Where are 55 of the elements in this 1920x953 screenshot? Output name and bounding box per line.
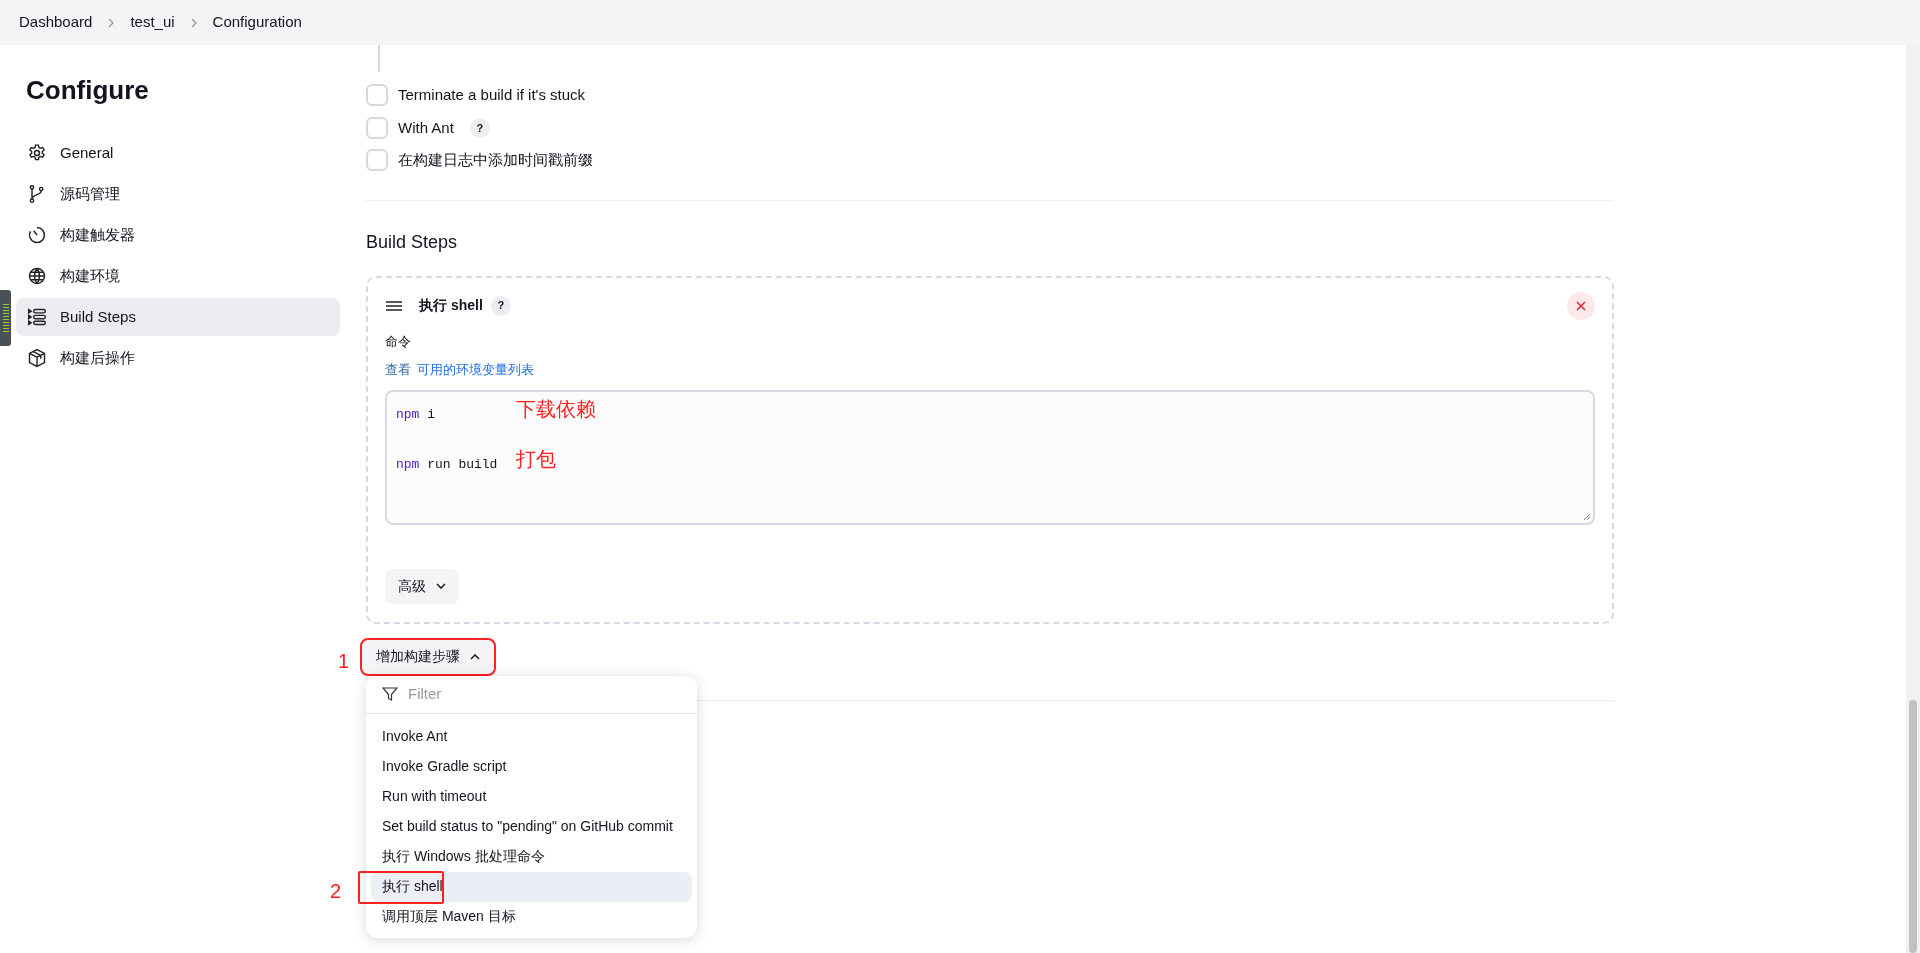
checkbox[interactable] [366,84,388,107]
annotation-number: 2 [330,878,342,904]
add-build-step-button[interactable]: 增加构建步骤 [362,639,494,674]
code-line: npm i [396,405,436,424]
menu-item[interactable]: Invoke Gradle script [371,751,692,782]
page-title: Configure [26,74,149,107]
resize-handle-icon[interactable] [1583,512,1591,521]
chevron-up-icon [470,653,480,660]
drag-handle-icon[interactable] [386,299,402,312]
checkbox-label: 在构建日志中添加时间戳前缀 [398,150,593,170]
step-title: 执行 shell [419,296,483,315]
sidebar-item[interactable]: 构建后操作 [16,339,340,377]
env-variables-link[interactable]: 可用的环境变量列表 [417,360,534,380]
menu-item[interactable]: Run with timeout [371,781,692,812]
code-line: npm run build [396,456,499,474]
command-textarea[interactable]: npm i 下载依赖 npm run build 打包 [385,389,1595,525]
chevron-down-icon [436,583,446,589]
list-icon [27,307,47,327]
checkbox[interactable] [366,149,388,172]
help-button[interactable]: ? [469,117,490,138]
sidebar-item[interactable]: 构建触发器 [16,216,340,254]
filter-icon [382,686,398,702]
sidebar-item[interactable]: Build Steps [16,298,340,336]
package-icon [27,348,47,368]
annotation-text: 打包 [516,447,556,472]
breadcrumb-link[interactable]: Dashboard [19,11,93,34]
sidebar-item[interactable]: 构建环境 [16,257,340,295]
close-icon [1576,300,1586,311]
annotation-text: 下载依赖 [516,396,596,422]
menu-item[interactable]: 调用顶层 Maven 目标 [371,901,692,932]
menu-item[interactable]: Invoke Ant [371,721,692,752]
field-label: 命令 [385,332,411,351]
side-tab-icon[interactable] [0,290,11,346]
checkbox-label: Terminate a build if it's stuck [398,85,586,105]
annotation-number: 1 [338,648,350,674]
breadcrumb-link[interactable]: Configuration [212,11,302,34]
globe-icon [27,266,47,286]
menu-item[interactable]: 执行 Windows 批处理命令 [371,841,692,872]
breadcrumb-link[interactable]: test_ui [130,11,175,34]
checkbox-label: With Ant [398,117,454,138]
sidebar-item[interactable]: 源码管理 [16,175,340,213]
advanced-button[interactable]: 高级 [385,568,459,604]
section-heading: Build Steps [366,230,458,254]
sidebar-item[interactable]: General [16,134,340,172]
settings-icon [27,143,47,163]
menu-item[interactable]: 执行 shell [371,871,692,902]
scrollbar[interactable] [1906,45,1920,953]
checkbox[interactable] [366,116,388,139]
close-button[interactable] [1567,291,1595,320]
menu-item[interactable]: Set build status to "pending" on GitHub commit [371,811,692,842]
hint-text: 查看 [385,361,411,379]
scrollbar-thumb[interactable] [1909,700,1917,953]
timer-icon [27,225,47,245]
help-button[interactable]: ? [490,295,511,316]
filter-field[interactable]: Filter [408,682,658,706]
